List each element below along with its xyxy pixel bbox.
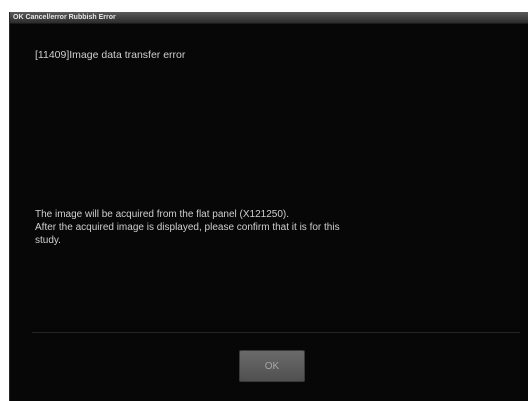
- window-title: OK Cancel/error Rubbish Error: [13, 14, 116, 21]
- error-message: The image will be acquired from the flat…: [35, 208, 505, 247]
- ok-button[interactable]: OK: [239, 350, 305, 382]
- message-line-3: study.: [35, 235, 61, 246]
- error-dialog: OK Cancel/error Rubbish Error [11409]Ima…: [9, 12, 528, 401]
- title-bar[interactable]: OK Cancel/error Rubbish Error: [10, 12, 528, 24]
- message-line-2: After the acquired image is displayed, p…: [35, 222, 340, 233]
- message-line-1: The image will be acquired from the flat…: [35, 209, 290, 220]
- error-code-text: [11409]Image data transfer error: [35, 49, 186, 61]
- separator: [32, 332, 520, 333]
